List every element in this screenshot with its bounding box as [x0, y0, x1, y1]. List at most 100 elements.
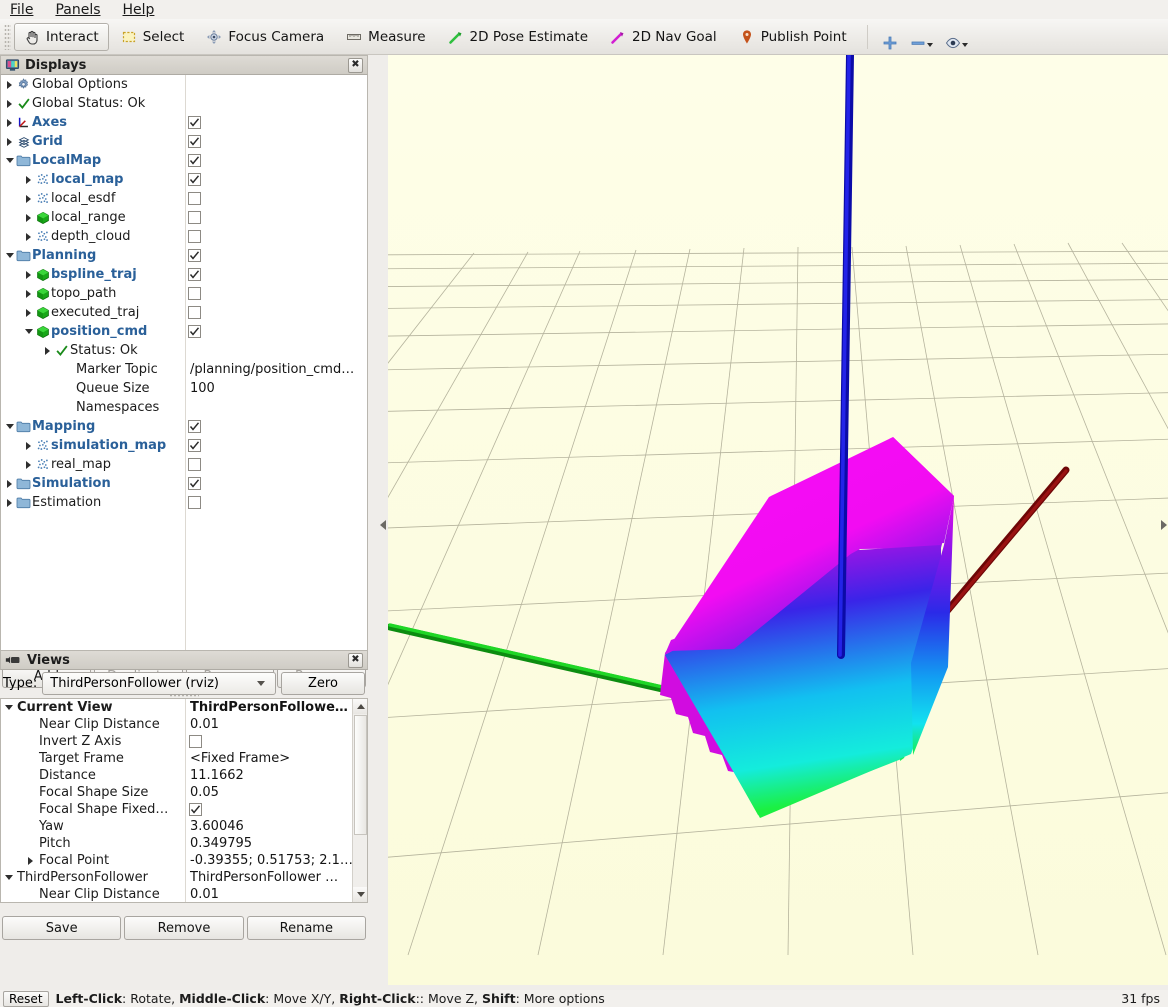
display-enabled-checkbox[interactable]	[188, 154, 201, 167]
tool-focus-camera[interactable]: Focus Camera	[196, 23, 334, 51]
tool-interact[interactable]: Interact	[14, 22, 109, 51]
view-property-row[interactable]: Current View ThirdPersonFollowe…	[1, 699, 367, 716]
chevron-right-icon[interactable]	[4, 113, 15, 132]
zoom-out-button[interactable]	[904, 23, 939, 51]
chevron-right-icon[interactable]	[42, 341, 53, 360]
display-enabled-checkbox[interactable]	[188, 420, 201, 433]
menu-panels[interactable]: Panels	[53, 2, 102, 18]
menu-help[interactable]: Help	[121, 2, 157, 18]
view-property-row[interactable]: Focal Point -0.39355; 0.51753; 2.1…	[1, 852, 367, 869]
view-property-value[interactable]: 0.01	[190, 887, 219, 902]
display-enabled-checkbox[interactable]	[188, 306, 201, 319]
view-property-value[interactable]: 0.05	[190, 785, 219, 800]
chevron-down-icon[interactable]	[961, 42, 968, 47]
view-property-row[interactable]: Focal Shape Fixed…	[1, 801, 367, 818]
chevron-right-icon[interactable]	[23, 170, 34, 189]
views-tree[interactable]: Current View ThirdPersonFollowe… Near Clip…	[0, 698, 368, 903]
display-enabled-checkbox[interactable]	[188, 135, 201, 148]
display-tree-row[interactable]: executed_traj	[1, 303, 367, 322]
chevron-down-icon[interactable]	[4, 417, 15, 436]
view-property-row[interactable]: Distance 11.1662	[1, 767, 367, 784]
save-view-button[interactable]: Save	[2, 916, 122, 940]
display-row-value[interactable]: /planning/position_cmd…	[190, 362, 354, 377]
display-tree-row[interactable]: Mapping	[1, 417, 367, 436]
view-property-row[interactable]: ThirdPersonFollower ThirdPersonFollower …	[1, 869, 367, 886]
view-property-row[interactable]: Near Clip Distance 0.01	[1, 716, 367, 733]
view-property-checkbox[interactable]	[189, 803, 202, 816]
tool-publish-point[interactable]: Publish Point	[729, 23, 857, 51]
chevron-right-icon[interactable]	[23, 455, 34, 474]
display-tree-row[interactable]: Queue Size 100	[1, 379, 367, 398]
display-enabled-checkbox[interactable]	[188, 249, 201, 262]
render-viewport-3d[interactable]	[388, 55, 1168, 985]
display-tree-row[interactable]: Grid	[1, 132, 367, 151]
chevron-right-icon[interactable]	[4, 94, 15, 113]
display-enabled-checkbox[interactable]	[188, 211, 201, 224]
view-property-value[interactable]: 3.60046	[190, 819, 244, 834]
tool-2d-nav-goal[interactable]: 2D Nav Goal	[600, 23, 727, 51]
view-property-value[interactable]: 11.1662	[190, 768, 244, 783]
reset-button[interactable]: Reset	[3, 990, 49, 1007]
view-property-row[interactable]: Yaw 3.60046	[1, 818, 367, 835]
display-tree-row[interactable]: Global Options	[1, 75, 367, 94]
display-enabled-checkbox[interactable]	[188, 268, 201, 281]
chevron-right-icon[interactable]	[4, 132, 15, 151]
display-enabled-checkbox[interactable]	[188, 287, 201, 300]
display-tree-row[interactable]: simulation_map	[1, 436, 367, 455]
visibility-button[interactable]	[939, 23, 974, 51]
display-tree-row[interactable]: depth_cloud	[1, 227, 367, 246]
toolbar-drag-handle[interactable]	[4, 23, 11, 50]
display-tree-row[interactable]: bspline_traj	[1, 265, 367, 284]
rename-view-button[interactable]: Rename	[246, 916, 366, 940]
display-enabled-checkbox[interactable]	[188, 230, 201, 243]
close-icon[interactable]: ✖	[348, 57, 363, 73]
display-tree-row[interactable]: local_map	[1, 170, 367, 189]
chevron-right-icon[interactable]	[4, 75, 15, 94]
view-property-checkbox[interactable]	[189, 735, 202, 748]
chevron-right-icon[interactable]	[23, 303, 34, 322]
chevron-down-icon[interactable]	[926, 42, 933, 47]
display-enabled-checkbox[interactable]	[188, 439, 201, 452]
view-property-row[interactable]: Near Clip Distance 0.01	[1, 886, 367, 902]
display-tree-row[interactable]: local_esdf	[1, 189, 367, 208]
chevron-right-icon[interactable]	[25, 851, 36, 870]
display-tree-row[interactable]: Global Status: Ok	[1, 94, 367, 113]
view-property-value[interactable]: 0.01	[190, 717, 219, 732]
display-enabled-checkbox[interactable]	[188, 458, 201, 471]
view-property-row[interactable]: Target Frame <Fixed Frame>	[1, 750, 367, 767]
display-tree-row[interactable]: position_cmd	[1, 322, 367, 341]
displays-tree[interactable]: Global Options Global Status: Ok Axes Grid L…	[0, 75, 368, 660]
display-tree-row[interactable]: Status: Ok	[1, 341, 367, 360]
chevron-right-icon[interactable]	[23, 265, 34, 284]
remove-view-button[interactable]: Remove	[124, 916, 244, 940]
display-enabled-checkbox[interactable]	[188, 496, 201, 509]
chevron-right-icon[interactable]	[4, 474, 15, 493]
display-enabled-checkbox[interactable]	[188, 173, 201, 186]
display-tree-row[interactable]: Simulation	[1, 474, 367, 493]
display-enabled-checkbox[interactable]	[188, 192, 201, 205]
scroll-down-icon[interactable]	[353, 887, 367, 902]
chevron-right-icon[interactable]	[23, 189, 34, 208]
chevron-down-icon[interactable]	[3, 868, 14, 887]
chevron-down-icon[interactable]	[4, 246, 15, 265]
chevron-right-icon[interactable]	[4, 493, 15, 512]
display-tree-row[interactable]: Planning	[1, 246, 367, 265]
display-tree-row[interactable]: local_range	[1, 208, 367, 227]
display-tree-row[interactable]: Estimation	[1, 493, 367, 512]
view-property-row[interactable]: Pitch 0.349795	[1, 835, 367, 852]
zoom-in-button[interactable]	[876, 23, 904, 51]
tool-measure[interactable]: Measure	[336, 23, 435, 51]
left-splitter-collapse-icon[interactable]	[378, 505, 388, 545]
view-property-row[interactable]: Invert Z Axis	[1, 733, 367, 750]
display-tree-row[interactable]: Axes	[1, 113, 367, 132]
chevron-right-icon[interactable]	[23, 227, 34, 246]
close-icon[interactable]: ✖	[348, 652, 363, 668]
view-property-value[interactable]: ThirdPersonFollower …	[190, 870, 338, 885]
tool-select[interactable]: Select	[111, 23, 195, 51]
chevron-right-icon[interactable]	[23, 436, 34, 455]
display-enabled-checkbox[interactable]	[188, 325, 201, 338]
chevron-right-icon[interactable]	[23, 208, 34, 227]
display-tree-row[interactable]: LocalMap	[1, 151, 367, 170]
view-property-value[interactable]: <Fixed Frame>	[190, 751, 290, 766]
view-property-row[interactable]: Focal Shape Size 0.05	[1, 784, 367, 801]
